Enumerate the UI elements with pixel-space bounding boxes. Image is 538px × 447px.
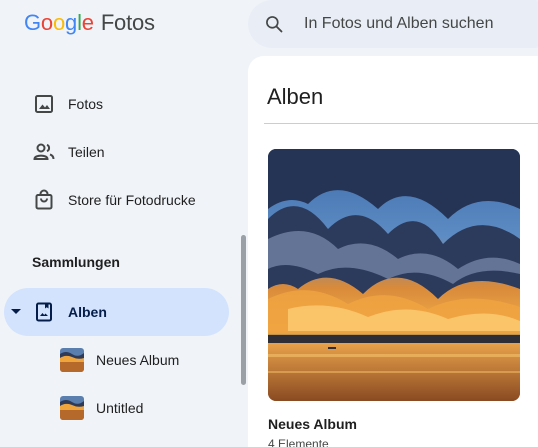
album-item-count: 4 Elemente (268, 437, 329, 447)
album-thumbnail (60, 348, 84, 372)
sidebar-album-label: Neues Album (96, 352, 180, 368)
sidebar-album-neues-album[interactable]: Neues Album (0, 336, 236, 384)
logo-letter: e (81, 10, 94, 35)
sidebar-scrollbar[interactable] (241, 235, 246, 385)
sidebar-item-alben-content[interactable]: Alben (0, 288, 236, 336)
sidebar-item-store[interactable]: Store für Fotodrucke (0, 176, 236, 224)
sidebar-item-label: Alben (68, 304, 107, 320)
people-icon (33, 143, 55, 160)
album-icon (36, 302, 52, 322)
divider (264, 123, 538, 124)
sidebar-item-label: Teilen (68, 144, 105, 160)
album-name[interactable]: Neues Album (268, 416, 520, 432)
sidebar-item-fotos[interactable]: Fotos (0, 80, 236, 128)
sidebar-album-label: Untitled (96, 400, 144, 416)
google-photos-logo[interactable]: Google Fotos (24, 10, 155, 36)
album-thumbnail (60, 396, 84, 420)
google-wordmark: Google (24, 10, 94, 36)
sidebar-item-teilen[interactable]: Teilen (0, 128, 236, 176)
section-title-collections: Sammlungen (32, 254, 120, 270)
album-card[interactable]: Neues Album 4 Elemente (268, 149, 520, 447)
shopping-bag-icon (35, 189, 53, 210)
logo-letter: o (40, 10, 53, 35)
sidebar: Fotos Teilen Store für Fotodrucke Sammlu… (0, 56, 248, 447)
search-bar[interactable]: In Fotos und Alben suchen (248, 0, 538, 48)
logo-letter: g (65, 10, 78, 35)
product-name: Fotos (100, 10, 155, 35)
photo-icon (35, 95, 53, 113)
logo-letter: G (24, 10, 41, 35)
sidebar-item-label: Store für Fotodrucke (68, 192, 196, 208)
main-content: Alben Neues Album 4 Elemente (248, 56, 538, 447)
search-input[interactable]: In Fotos und Alben suchen (304, 15, 493, 33)
page-title: Alben (267, 84, 324, 109)
search-icon[interactable] (264, 14, 284, 34)
album-cover-image[interactable] (268, 149, 520, 401)
logo-letter: o (52, 10, 66, 35)
sidebar-album-untitled[interactable]: Untitled (0, 384, 236, 432)
sidebar-item-label: Fotos (68, 96, 104, 112)
